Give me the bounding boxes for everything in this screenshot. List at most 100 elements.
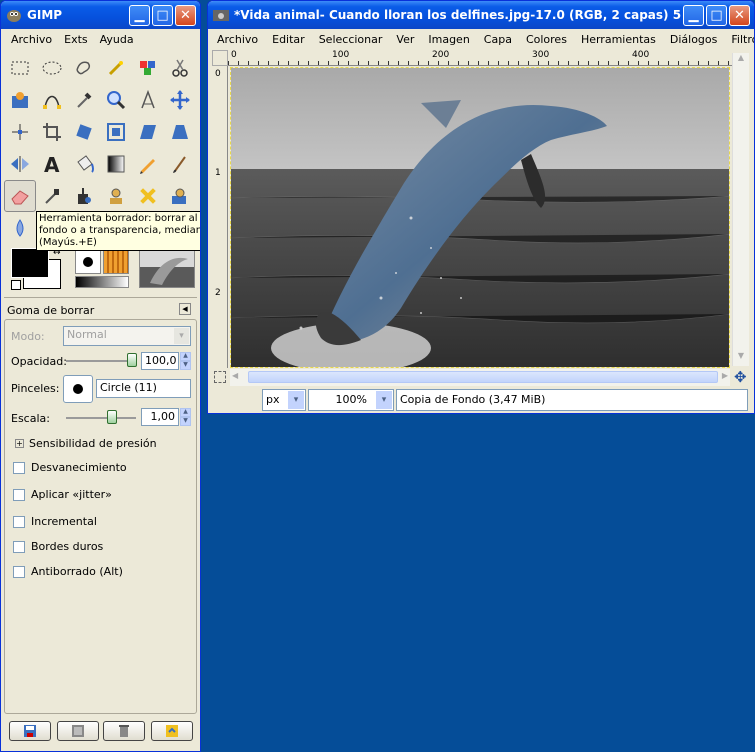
scroll-thumb[interactable] bbox=[248, 371, 718, 383]
horizontal-ruler[interactable]: 0 100 200 300 400 bbox=[228, 50, 740, 66]
checkbox-jitter[interactable]: Aplicar «jitter» bbox=[13, 488, 112, 501]
checkbox-icon[interactable] bbox=[13, 515, 25, 528]
menu-archivo[interactable]: Archivo bbox=[210, 33, 265, 46]
menu-colores[interactable]: Colores bbox=[519, 33, 574, 46]
tool-blur[interactable] bbox=[4, 212, 36, 244]
pressure-expander[interactable]: + Sensibilidad de presión bbox=[15, 437, 157, 450]
scale-input[interactable]: 1,00 bbox=[141, 408, 179, 426]
quick-mask-toggle[interactable] bbox=[214, 371, 226, 383]
horizontal-scrollbar[interactable]: ◀ ▶ bbox=[230, 369, 730, 386]
checkbox-fade[interactable]: Desvanecimiento bbox=[13, 461, 127, 474]
minimize-button[interactable]: ▁ bbox=[683, 4, 704, 26]
vertical-ruler[interactable]: 0 1 2 bbox=[212, 66, 228, 368]
tool-paintbrush[interactable] bbox=[164, 148, 196, 180]
brush-indicator[interactable] bbox=[75, 250, 101, 274]
tool-foreground-select[interactable] bbox=[4, 84, 36, 116]
tool-pencil[interactable] bbox=[132, 148, 164, 180]
opacity-slider-knob[interactable] bbox=[127, 353, 137, 367]
checkbox-icon[interactable] bbox=[13, 540, 25, 553]
menu-herramientas[interactable]: Herramientas bbox=[574, 33, 663, 46]
zoom-dropdown-icon[interactable]: ▾ bbox=[376, 391, 392, 409]
scroll-down-icon[interactable]: ▼ bbox=[733, 351, 749, 366]
scale-spinner[interactable]: ▲ ▼ bbox=[180, 408, 191, 426]
tool-scale[interactable] bbox=[100, 116, 132, 148]
scale-slider-knob[interactable] bbox=[107, 410, 117, 424]
checkbox-incremental[interactable]: Incremental bbox=[13, 515, 97, 528]
checkbox-anti-erase[interactable]: Antiborrado (Alt) bbox=[13, 565, 123, 578]
tool-flip[interactable] bbox=[4, 148, 36, 180]
tool-heal[interactable] bbox=[132, 180, 164, 212]
tool-rect-select[interactable] bbox=[4, 52, 36, 84]
maximize-button[interactable]: □ bbox=[152, 4, 173, 26]
unit-dropdown-icon[interactable]: ▾ bbox=[288, 391, 304, 409]
spin-down-icon[interactable]: ▼ bbox=[180, 361, 191, 370]
vertical-scrollbar[interactable]: ▲ ▼ bbox=[732, 53, 749, 366]
checkbox-icon[interactable] bbox=[13, 488, 25, 501]
image-thumbnail[interactable] bbox=[139, 250, 195, 288]
ruler-corner[interactable] bbox=[212, 50, 228, 66]
brush-select-button[interactable] bbox=[63, 375, 93, 403]
checkbox-icon[interactable] bbox=[13, 461, 25, 474]
tool-paths[interactable] bbox=[36, 84, 68, 116]
menu-editar[interactable]: Editar bbox=[265, 33, 312, 46]
spin-up-icon[interactable]: ▲ bbox=[180, 352, 191, 361]
spin-up-icon[interactable]: ▲ bbox=[180, 408, 191, 417]
gradient-indicator[interactable] bbox=[75, 276, 129, 288]
pattern-indicator[interactable] bbox=[103, 250, 129, 274]
image-titlebar[interactable]: *Vida animal- Cuando lloran los delfines… bbox=[208, 1, 754, 29]
tool-align[interactable] bbox=[4, 116, 36, 148]
menu-dialogos[interactable]: Diálogos bbox=[663, 33, 725, 46]
default-colors-icon[interactable] bbox=[11, 280, 21, 290]
spin-down-icon[interactable]: ▼ bbox=[180, 417, 191, 426]
tool-airbrush[interactable] bbox=[36, 180, 68, 212]
scroll-up-icon[interactable]: ▲ bbox=[733, 53, 749, 68]
tool-blend[interactable] bbox=[100, 148, 132, 180]
scale-slider-track[interactable] bbox=[66, 417, 136, 419]
brush-name-field[interactable]: Circle (11) bbox=[96, 379, 191, 398]
minimize-button[interactable]: ▁ bbox=[129, 4, 150, 26]
tool-measure[interactable] bbox=[132, 84, 164, 116]
tool-rotate[interactable] bbox=[68, 116, 100, 148]
tool-eraser[interactable] bbox=[4, 180, 36, 212]
reset-options-button[interactable] bbox=[151, 721, 193, 741]
delete-options-button[interactable] bbox=[103, 721, 145, 741]
checkbox-icon[interactable] bbox=[13, 565, 25, 578]
tool-color-picker[interactable] bbox=[68, 84, 100, 116]
tool-perspective-clone[interactable] bbox=[164, 180, 196, 212]
checkbox-hard-edges[interactable]: Bordes duros bbox=[13, 540, 103, 553]
tool-move[interactable] bbox=[164, 84, 196, 116]
tool-perspective[interactable] bbox=[164, 116, 196, 148]
tool-free-select[interactable] bbox=[68, 52, 100, 84]
menu-ayuda[interactable]: Ayuda bbox=[94, 33, 140, 46]
tool-crop[interactable] bbox=[36, 116, 68, 148]
menu-exts[interactable]: Exts bbox=[58, 33, 94, 46]
tool-zoom[interactable] bbox=[100, 84, 132, 116]
fg-color-swatch[interactable] bbox=[11, 248, 49, 278]
scroll-right-icon[interactable]: ▶ bbox=[722, 371, 728, 380]
tool-scissors[interactable] bbox=[164, 52, 196, 84]
scroll-left-icon[interactable]: ◀ bbox=[232, 371, 238, 380]
tool-text[interactable]: A bbox=[36, 148, 68, 180]
mode-select[interactable]: Normal bbox=[63, 326, 191, 346]
maximize-button[interactable]: □ bbox=[706, 4, 727, 26]
tool-color-select[interactable] bbox=[132, 52, 164, 84]
close-button[interactable]: ✕ bbox=[175, 4, 196, 26]
image-canvas[interactable] bbox=[230, 67, 730, 368]
navigate-icon[interactable]: ✥ bbox=[734, 369, 747, 386]
save-options-button[interactable] bbox=[9, 721, 51, 741]
menu-imagen[interactable]: Imagen bbox=[421, 33, 476, 46]
restore-options-button[interactable] bbox=[57, 721, 99, 741]
opacity-spinner[interactable]: ▲ ▼ bbox=[180, 352, 191, 370]
toolbox-titlebar[interactable]: GIMP ▁ □ ✕ bbox=[1, 1, 200, 29]
panel-menu-button[interactable]: ◀ bbox=[179, 303, 191, 315]
tool-clone[interactable] bbox=[100, 180, 132, 212]
menu-ver[interactable]: Ver bbox=[389, 33, 421, 46]
menu-capa[interactable]: Capa bbox=[477, 33, 519, 46]
tool-shear[interactable] bbox=[132, 116, 164, 148]
tool-ellipse-select[interactable] bbox=[36, 52, 68, 84]
tool-fuzzy-select[interactable] bbox=[100, 52, 132, 84]
close-button[interactable]: ✕ bbox=[729, 4, 750, 26]
opacity-input[interactable]: 100,0 bbox=[141, 352, 179, 370]
tool-ink[interactable] bbox=[68, 180, 100, 212]
tool-bucket-fill[interactable] bbox=[68, 148, 100, 180]
